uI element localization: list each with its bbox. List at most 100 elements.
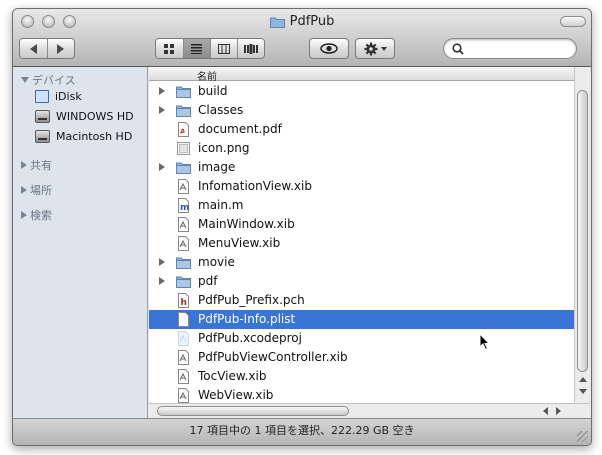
horizontal-scroll-thumb[interactable] — [157, 406, 349, 416]
xib-file-icon — [176, 388, 191, 403]
resize-grip-icon[interactable] — [577, 431, 588, 442]
xib-file-icon — [176, 350, 191, 365]
forward-button[interactable] — [46, 39, 74, 58]
objc-source-file-icon: m — [176, 198, 191, 213]
search-input[interactable] — [468, 41, 572, 57]
file-name: TocView.xib — [198, 369, 267, 383]
hard-drive-icon — [35, 129, 50, 143]
sidebar-header-search: 検索 — [30, 209, 52, 222]
file-row[interactable]: Classes — [149, 101, 574, 120]
list-view-button[interactable] — [182, 39, 210, 58]
file-name: document.pdf — [198, 122, 282, 136]
file-row[interactable]: MenuView.xib — [149, 234, 574, 253]
toolbar-toggle-button[interactable] — [560, 16, 586, 27]
disclosure-closed-icon — [21, 186, 27, 194]
file-name: PdfPub-Info.plist — [198, 312, 296, 326]
folder-icon — [176, 84, 191, 99]
back-button[interactable] — [20, 39, 47, 58]
file-row[interactable]: m main.m — [149, 196, 574, 215]
xib-file-icon — [176, 217, 191, 232]
sidebar-item-macintosh-hd[interactable]: Macintosh HD — [35, 127, 132, 145]
chevron-down-icon — [380, 46, 387, 51]
xib-file-icon — [176, 236, 191, 251]
sidebar-section-search[interactable]: 検索 — [21, 207, 52, 223]
image-file-icon — [176, 141, 191, 156]
sidebar-header-places: 場所 — [30, 184, 52, 197]
search-icon — [452, 43, 464, 55]
disclosure-triangle-icon[interactable] — [159, 277, 165, 285]
horizontal-scrollbar[interactable] — [149, 403, 590, 418]
file-row[interactable]: PdfPubViewController.xib — [149, 348, 574, 367]
icon-view-button[interactable] — [156, 39, 183, 58]
quick-look-button[interactable] — [309, 38, 349, 59]
folder-icon — [269, 16, 285, 28]
status-bar: 17 項目中の 1 項目を選択、222.29 GB 空き — [13, 418, 591, 445]
list-view-icon — [191, 43, 203, 54]
sidebar-item-windows-hd[interactable]: WINDOWS HD — [35, 107, 134, 125]
file-name: main.m — [198, 198, 244, 212]
file-row[interactable]: image — [149, 158, 574, 177]
forward-arrow-icon — [57, 43, 65, 54]
sidebar-section-devices[interactable]: デバイス — [21, 72, 76, 88]
xib-file-icon — [176, 369, 191, 384]
file-row[interactable]: PdfPub-Info.plist — [149, 310, 574, 329]
disclosure-triangle-icon[interactable] — [159, 258, 165, 266]
column-view-button[interactable] — [210, 39, 237, 58]
file-row[interactable]: TocView.xib — [149, 367, 574, 386]
file-row[interactable]: movie — [149, 253, 574, 272]
action-menu-button[interactable] — [355, 38, 395, 59]
sidebar-section-shared[interactable]: 共有 — [21, 157, 52, 173]
xib-file-icon — [176, 179, 191, 194]
view-mode-selector — [155, 38, 265, 59]
scroll-right-arrow-icon[interactable] — [556, 407, 561, 415]
title-bar: PdfPub — [13, 9, 591, 67]
hard-drive-icon — [35, 109, 50, 123]
disclosure-triangle-icon[interactable] — [159, 106, 165, 114]
file-name: WebView.xib — [198, 388, 274, 402]
file-row[interactable]: h PdfPub_Prefix.pch — [149, 291, 574, 310]
file-row[interactable]: icon.png — [149, 139, 574, 158]
sidebar-item-label: WINDOWS HD — [56, 109, 134, 123]
column-header-name[interactable]: 名前 — [149, 67, 574, 83]
pdf-file-icon — [176, 122, 191, 137]
scroll-up-arrow-icon[interactable] — [579, 377, 587, 382]
file-row[interactable]: pdf — [149, 272, 574, 291]
folder-icon — [176, 160, 191, 175]
plist-file-icon — [176, 312, 191, 327]
idisk-icon — [35, 89, 49, 103]
disclosure-triangle-icon[interactable] — [159, 163, 165, 171]
file-name: MainWindow.xib — [198, 217, 295, 231]
status-text: 17 項目中の 1 項目を選択、222.29 GB 空き — [189, 424, 415, 437]
file-row[interactable]: MainWindow.xib — [149, 215, 574, 234]
disclosure-triangle-icon[interactable] — [159, 87, 165, 95]
sidebar-item-idisk[interactable]: iDisk — [35, 87, 82, 105]
folder-icon — [176, 255, 191, 270]
coverflow-view-icon — [243, 43, 258, 54]
file-list: 名前 build Classes document.pdf icon.png image… — [149, 67, 574, 403]
scroll-left-arrow-icon[interactable] — [543, 407, 548, 415]
file-name: MenuView.xib — [198, 236, 281, 250]
sidebar-header-devices: デバイス — [32, 74, 76, 87]
file-name: PdfPubViewController.xib — [198, 350, 348, 364]
vertical-scroll-thumb[interactable] — [577, 90, 588, 372]
file-row[interactable]: document.pdf — [149, 120, 574, 139]
file-row[interactable]: build — [149, 82, 574, 101]
file-row[interactable]: PdfPub.xcodeproj — [149, 329, 574, 348]
file-name: PdfPub.xcodeproj — [198, 331, 302, 345]
vertical-scrollbar[interactable] — [574, 67, 590, 403]
window-title: PdfPub — [13, 14, 591, 29]
search-field[interactable] — [443, 38, 577, 59]
file-row[interactable]: WebView.xib — [149, 386, 574, 403]
file-row[interactable]: InfomationView.xib — [149, 177, 574, 196]
coverflow-view-button[interactable] — [236, 39, 264, 58]
finder-window: PdfPub デバイス iDisk WINDOWS HD Macintosh H… — [12, 8, 592, 446]
file-name: movie — [198, 255, 235, 269]
folder-icon — [176, 274, 191, 289]
sidebar-section-places[interactable]: 場所 — [21, 182, 52, 198]
header-file-icon: h — [176, 293, 191, 308]
file-name: image — [198, 160, 236, 174]
scroll-down-arrow-icon[interactable] — [579, 389, 587, 394]
eye-icon — [320, 43, 338, 54]
disclosure-open-icon — [21, 77, 29, 83]
file-name: icon.png — [198, 141, 250, 155]
